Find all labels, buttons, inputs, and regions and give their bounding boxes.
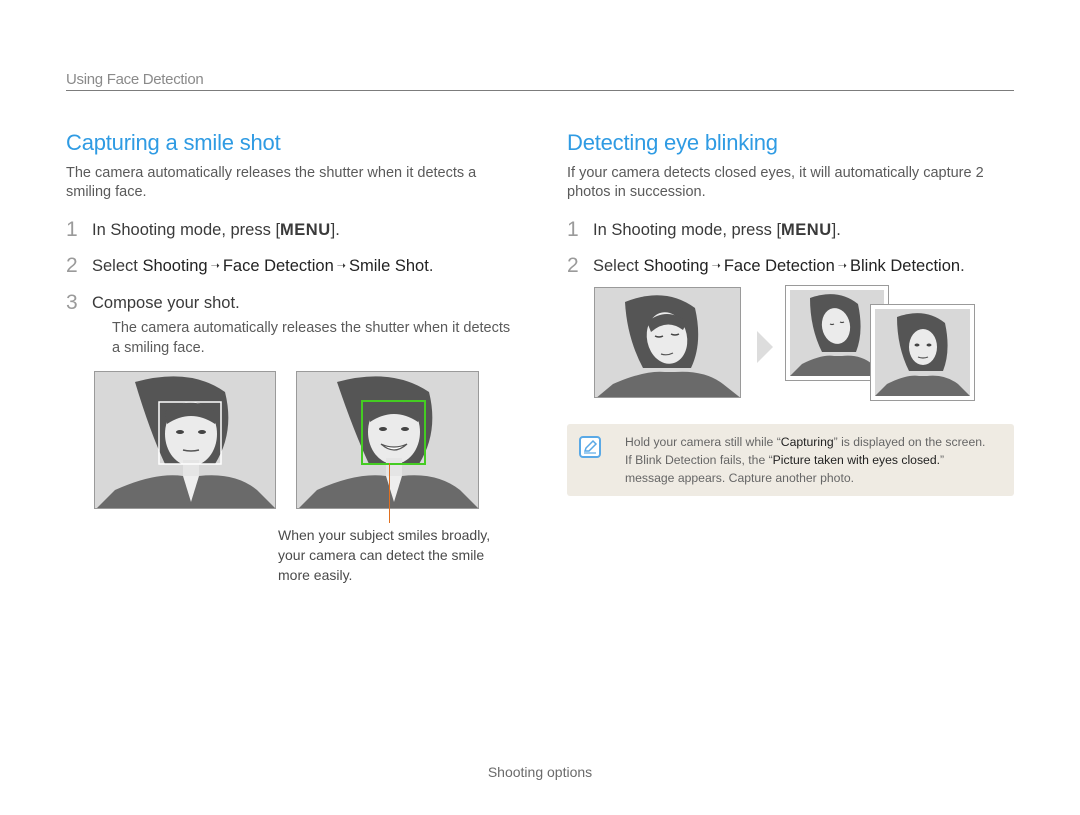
arrow-right-icon: ➝ bbox=[336, 260, 347, 272]
note-box: Hold your camera still while “Capturing”… bbox=[567, 424, 1014, 496]
menu-path-smile-shot: Smile Shot bbox=[349, 257, 429, 275]
menu-path-face-detection: Face Detection bbox=[222, 257, 334, 275]
menu-key: MENU bbox=[781, 221, 832, 239]
step-text-suffix: . bbox=[960, 257, 965, 275]
menu-key: MENU bbox=[280, 221, 331, 239]
step-number: 1 bbox=[66, 218, 78, 241]
note-keyword-eyes-closed: Picture taken with eyes closed. bbox=[772, 453, 940, 467]
step-1: 1 In Shooting mode, press [MENU]. bbox=[66, 218, 516, 241]
step-number: 2 bbox=[567, 254, 579, 277]
step-text-suffix: ]. bbox=[831, 221, 841, 239]
smile-shot-title: Capturing a smile shot bbox=[66, 130, 281, 155]
arrow-right-icon: ➝ bbox=[837, 260, 848, 272]
step-2: 2 Select Shooting ➝ Face Detection ➝ Smile S… bbox=[66, 254, 516, 277]
note-pencil-icon bbox=[579, 436, 601, 458]
smiling-face-photo bbox=[296, 371, 479, 509]
step-3-note: The camera automatically releases the sh… bbox=[112, 320, 511, 356]
note-text: Hold your camera still while “Capturing”… bbox=[625, 433, 1005, 487]
note-line-3: message appears. Capture another photo. bbox=[625, 471, 855, 485]
step-text: Compose your shot. bbox=[92, 294, 240, 312]
step-1: 1 In Shooting mode, press [MENU]. bbox=[567, 218, 1017, 241]
captured-photo-2 bbox=[870, 304, 975, 401]
page-footer: Shooting options bbox=[487, 764, 593, 780]
step-number: 2 bbox=[66, 254, 78, 277]
header-divider bbox=[66, 90, 1014, 91]
arrow-right-icon: ➝ bbox=[210, 260, 220, 272]
step-text-suffix: . bbox=[428, 257, 434, 275]
note-keyword-capturing: Capturing bbox=[780, 435, 834, 449]
note-line-1: Hold your camera still while “Capturing”… bbox=[625, 435, 986, 449]
step-text-suffix: ]. bbox=[330, 221, 340, 239]
blink-detection-title: Detecting eye blinking bbox=[567, 130, 778, 155]
arrow-right-icon: ➝ bbox=[711, 260, 721, 272]
step-text: In Shooting mode, press [ bbox=[593, 221, 782, 239]
step-text: In Shooting mode, press [ bbox=[92, 221, 281, 239]
step-number: 1 bbox=[567, 218, 579, 241]
closed-eyes-photo bbox=[594, 287, 741, 398]
menu-path-blink-detection: Blink Detection bbox=[850, 257, 961, 275]
step-3: 3 Compose your shot. bbox=[66, 291, 516, 314]
step-2: 2 Select Shooting ➝ Face Detection ➝ Blink D… bbox=[567, 254, 1017, 277]
blink-detection-intro: If your camera detects closed eyes, it w… bbox=[567, 165, 984, 200]
step-text: Select bbox=[593, 257, 644, 275]
smile-shot-intro: The camera automatically releases the sh… bbox=[66, 165, 477, 200]
smile-caption: When your subject smiles broadly, your c… bbox=[278, 527, 491, 583]
step-text: Select bbox=[92, 257, 143, 275]
menu-path-face-detection: Face Detection bbox=[723, 257, 835, 275]
callout-line bbox=[389, 463, 390, 523]
arrow-right-icon bbox=[757, 331, 773, 363]
blink-detection-section: Detecting eye blinking If your camera de… bbox=[567, 128, 1017, 277]
neutral-face-photo bbox=[94, 371, 276, 509]
smile-shot-section: Capturing a smile shot The camera automa… bbox=[66, 128, 516, 358]
note-line-2: If Blink Detection fails, the “Picture t… bbox=[625, 453, 945, 467]
section-header: Using Face Detection bbox=[66, 71, 204, 88]
menu-path-shooting: Shooting bbox=[643, 257, 709, 275]
step-number: 3 bbox=[66, 291, 78, 314]
menu-path-shooting: Shooting bbox=[142, 257, 208, 275]
